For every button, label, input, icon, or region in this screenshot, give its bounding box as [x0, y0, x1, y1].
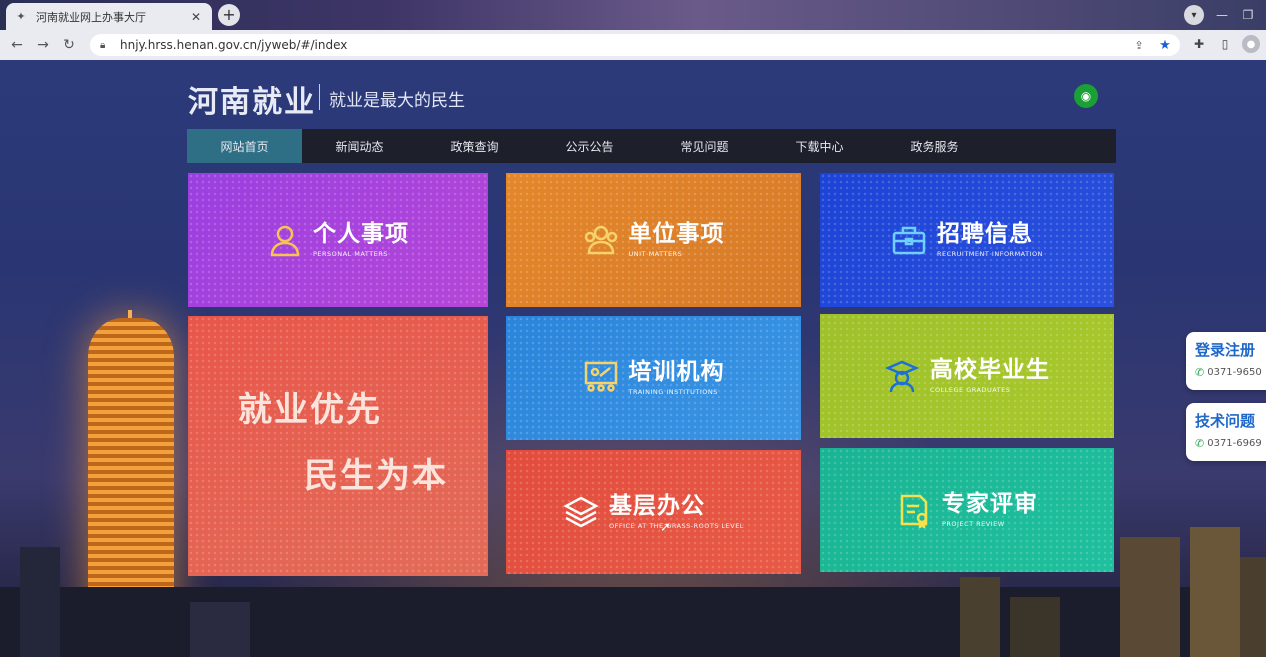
- wechat-icon[interactable]: ◉: [1074, 84, 1098, 108]
- tile-title: 单位事项: [628, 221, 725, 248]
- nav-item-policy[interactable]: 政策查询: [417, 129, 532, 163]
- page-viewport: 河南就业 就业是最大的民生 ◉ 网站首页 新闻动态 政策查询 公示公告 常见问题…: [0, 60, 1266, 657]
- tab-title: 河南就业网上办事大厅: [36, 10, 146, 24]
- tile-subtitle: OFFICE AT THE GRASS-ROOTS LEVEL: [609, 521, 744, 530]
- tile-grassroots-office[interactable]: 基层办公 OFFICE AT THE GRASS-ROOTS LEVEL: [506, 450, 801, 574]
- login-panel-phone-row: ✆ 0371-9650: [1195, 366, 1266, 379]
- restore-icon[interactable]: ❐: [1240, 8, 1256, 22]
- tile-subtitle: PERSONAL MATTERS: [313, 249, 388, 258]
- layers-icon: [563, 496, 599, 528]
- side-panel-login[interactable]: 登录注册 ✆ 0371-9650: [1186, 332, 1266, 390]
- site-logo[interactable]: 河南就业: [188, 77, 316, 121]
- site-favicon-icon: ✦: [16, 10, 26, 23]
- extensions-icon[interactable]: ✚: [1190, 35, 1208, 53]
- tile-title: 高校毕业生: [930, 357, 1050, 384]
- tile-title: 个人事项: [313, 221, 409, 248]
- tile-subtitle: UNIT MATTERS: [628, 249, 683, 258]
- tile-college-graduates[interactable]: 高校毕业生 COLLEGE GRADUATES: [820, 314, 1114, 438]
- tech-panel-phone-row: ✆ 0371-6969: [1195, 437, 1266, 450]
- forward-icon[interactable]: →: [30, 33, 56, 57]
- share-icon[interactable]: ⇪: [1130, 39, 1148, 52]
- graduate-icon: [884, 360, 920, 393]
- browser-tab[interactable]: ✦ 河南就业网上办事大厅 ✕: [6, 3, 212, 30]
- login-panel-title[interactable]: 登录注册: [1195, 339, 1266, 360]
- classroom-icon: [584, 361, 617, 392]
- logo-divider: [319, 84, 320, 110]
- nav-item-notices[interactable]: 公示公告: [532, 129, 647, 163]
- person-icon: [270, 225, 300, 257]
- profile-avatar-icon[interactable]: ●: [1242, 35, 1260, 53]
- tile-personal-matters[interactable]: 个人事项 PERSONAL MATTERS: [188, 173, 488, 307]
- site-slogan: 就业是最大的民生: [329, 91, 465, 111]
- url-text[interactable]: hnjy.hrss.henan.gov.cn/jyweb/#/index: [120, 38, 1130, 52]
- bookmark-star-icon[interactable]: ★: [1156, 38, 1174, 53]
- certificate-icon: [900, 494, 928, 528]
- slogan-banner[interactable]: 就业优先 民生为本: [188, 316, 488, 576]
- tile-title: 专家评审: [942, 491, 1038, 518]
- back-icon[interactable]: ←: [4, 33, 30, 57]
- tile-title: 招聘信息: [936, 221, 1033, 248]
- browser-toolbar: ← → ↻ 🔒︎ hnjy.hrss.henan.gov.cn/jyweb/#/…: [0, 30, 1266, 60]
- tile-training-institutions[interactable]: 培训机构 TRAINING INSTITUTIONS: [506, 316, 801, 440]
- briefcase-icon: [892, 226, 926, 255]
- tile-unit-matters[interactable]: 单位事项 UNIT MATTERS: [506, 173, 801, 307]
- tile-recruitment-information[interactable]: 招聘信息 RECRUITMENT INFORMATION: [820, 173, 1114, 307]
- nav-item-faq[interactable]: 常见问题: [647, 129, 762, 163]
- phone-icon: ✆: [1195, 366, 1205, 379]
- nav-item-news[interactable]: 新闻动态: [302, 129, 417, 163]
- tile-project-review[interactable]: 专家评审 PROJECT REVIEW: [820, 448, 1114, 572]
- side-panel-tech-support[interactable]: 技术问题 ✆ 0371-6969: [1186, 403, 1266, 461]
- new-tab-button[interactable]: +: [218, 4, 240, 26]
- nav-item-services[interactable]: 政务服务: [877, 129, 992, 163]
- tab-search-icon[interactable]: ▾: [1184, 5, 1204, 25]
- tile-title: 培训机构: [628, 359, 725, 386]
- tile-subtitle: RECRUITMENT INFORMATION: [936, 249, 1043, 258]
- tile-subtitle: PROJECT REVIEW: [942, 519, 1005, 528]
- tech-panel-title[interactable]: 技术问题: [1195, 410, 1266, 431]
- minimize-icon[interactable]: —: [1214, 8, 1230, 22]
- browser-tabbar: ✦ 河南就业网上办事大厅 ✕ + ▾ — ❐: [0, 0, 1266, 30]
- nav-item-home[interactable]: 网站首页: [187, 129, 302, 163]
- slogan-line-2: 民生为本: [304, 456, 448, 496]
- phone-icon: ✆: [1195, 437, 1205, 450]
- close-tab-icon[interactable]: ✕: [188, 9, 204, 25]
- tile-subtitle: TRAINING INSTITUTIONS: [628, 387, 718, 396]
- lock-icon[interactable]: 🔒︎: [100, 40, 112, 51]
- side-panel-icon[interactable]: ▯: [1216, 35, 1234, 53]
- tile-title: 基层办公: [609, 493, 706, 520]
- login-panel-phone: 0371-9650: [1207, 367, 1262, 378]
- tile-subtitle: COLLEGE GRADUATES: [930, 385, 1011, 394]
- slogan-line-1: 就业优先: [238, 390, 382, 430]
- tech-panel-phone: 0371-6969: [1207, 438, 1262, 449]
- mouse-cursor-icon: ➚: [660, 520, 671, 535]
- nav-item-downloads[interactable]: 下载中心: [762, 129, 877, 163]
- group-icon: [584, 225, 617, 255]
- reload-icon[interactable]: ↻: [56, 33, 82, 57]
- address-bar[interactable]: 🔒︎ hnjy.hrss.henan.gov.cn/jyweb/#/index …: [90, 34, 1180, 56]
- main-nav: 网站首页 新闻动态 政策查询 公示公告 常见问题 下载中心 政务服务: [187, 129, 1116, 163]
